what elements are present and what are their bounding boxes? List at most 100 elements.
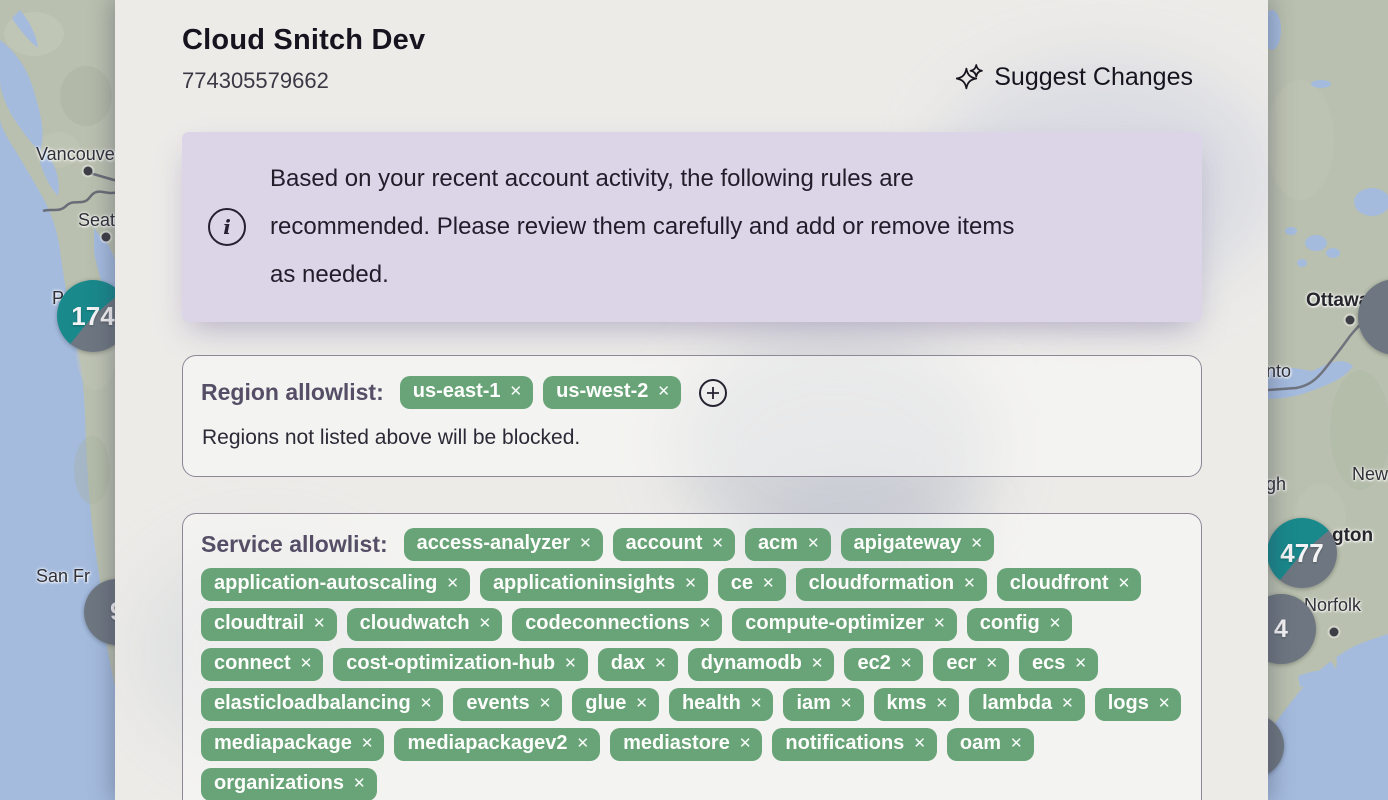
account-detail-panel: Cloud Snitch Dev 774305579662 Suggest Ch… xyxy=(115,0,1268,800)
tag-remove-icon[interactable]: ✕ xyxy=(970,534,983,554)
service-tag-label: mediapackage xyxy=(214,731,352,756)
service-tag-label: logs xyxy=(1108,691,1149,716)
tag-remove-icon[interactable]: ✕ xyxy=(985,654,998,674)
service-tag: mediapackage ✕ xyxy=(201,728,384,761)
service-tag: ce ✕ xyxy=(718,568,786,601)
region-tag: us-east-1 ✕ xyxy=(400,376,533,409)
map-city-dot xyxy=(1330,628,1339,637)
service-tag-label: lambda xyxy=(982,691,1052,716)
service-tag: health ✕ xyxy=(669,688,773,721)
service-tag-label: config xyxy=(980,611,1040,636)
service-tag: mediapackagev2✕ xyxy=(394,728,600,761)
service-tag: kms✕ xyxy=(874,688,960,721)
service-tag: ecs✕ xyxy=(1019,648,1098,681)
tag-remove-icon[interactable]: ✕ xyxy=(963,574,976,594)
region-tag-label: us-east-1 xyxy=(413,379,501,404)
tag-remove-icon[interactable]: ✕ xyxy=(1158,694,1171,714)
service-tag-label: cost-optimization-hub xyxy=(346,651,555,676)
service-tag: dax ✕ xyxy=(598,648,678,681)
tag-remove-icon[interactable]: ✕ xyxy=(577,734,590,754)
tag-remove-icon[interactable]: ✕ xyxy=(750,694,763,714)
service-tag-label: dynamodb xyxy=(701,651,802,676)
tag-remove-icon[interactable]: ✕ xyxy=(564,654,577,674)
service-tag: application-autoscaling ✕ xyxy=(201,568,470,601)
tag-remove-icon[interactable]: ✕ xyxy=(313,614,326,634)
tag-remove-icon[interactable]: ✕ xyxy=(657,382,670,402)
map-city-label: gh xyxy=(1266,474,1286,495)
service-tag-label: glue xyxy=(585,691,626,716)
tag-remove-icon[interactable]: ✕ xyxy=(811,654,824,674)
tag-remove-icon[interactable]: ✕ xyxy=(913,734,926,754)
tag-remove-icon[interactable]: ✕ xyxy=(635,694,648,714)
tag-remove-icon[interactable]: ✕ xyxy=(684,574,697,594)
service-tag: access-analyzer ✕ xyxy=(404,528,603,561)
region-allowlist-label: Region allowlist: xyxy=(201,379,384,406)
tag-remove-icon[interactable]: ✕ xyxy=(353,774,366,794)
service-tag-label: application-autoscaling xyxy=(214,571,437,596)
tag-remove-icon[interactable]: ✕ xyxy=(1049,614,1062,634)
add-region-button[interactable] xyxy=(698,378,728,408)
service-tag-label: dax xyxy=(611,651,645,676)
service-tag-label: ec2 xyxy=(857,651,890,676)
tag-remove-icon[interactable]: ✕ xyxy=(711,534,724,554)
suggest-changes-button[interactable]: Suggest Changes xyxy=(950,62,1199,93)
tag-remove-icon[interactable]: ✕ xyxy=(933,614,946,634)
service-tag: cloudformation ✕ xyxy=(796,568,987,601)
tag-remove-icon[interactable]: ✕ xyxy=(654,654,667,674)
service-tag-label: oam xyxy=(960,731,1001,756)
tag-remove-icon[interactable]: ✕ xyxy=(936,694,949,714)
tag-remove-icon[interactable]: ✕ xyxy=(762,574,775,594)
tag-remove-icon[interactable]: ✕ xyxy=(840,694,853,714)
service-tag-label: ce xyxy=(731,571,753,596)
service-tag: cloudfront✕ xyxy=(997,568,1141,601)
service-tag-label: codeconnections xyxy=(525,611,689,636)
service-tag: organizations✕ xyxy=(201,768,377,800)
service-tag-label: events xyxy=(466,691,529,716)
tag-remove-icon[interactable]: ✕ xyxy=(446,574,459,594)
tag-remove-icon[interactable]: ✕ xyxy=(479,614,492,634)
tag-remove-icon[interactable]: ✕ xyxy=(1118,574,1131,594)
tag-remove-icon[interactable]: ✕ xyxy=(539,694,552,714)
region-tag: us-west-2 ✕ xyxy=(543,376,681,409)
tag-remove-icon[interactable]: ✕ xyxy=(1061,694,1074,714)
suggest-changes-label: Suggest Changes xyxy=(994,63,1193,92)
service-tag-label: compute-optimizer xyxy=(745,611,924,636)
service-tag: compute-optimizer ✕ xyxy=(732,608,956,641)
map-city-label: Vancouver xyxy=(36,144,121,165)
tag-remove-icon[interactable]: ✕ xyxy=(900,654,913,674)
service-tag: cost-optimization-hub ✕ xyxy=(333,648,587,681)
service-tag-label: cloudformation xyxy=(809,571,955,596)
tag-remove-icon[interactable]: ✕ xyxy=(361,734,374,754)
map-city-dot xyxy=(84,167,93,176)
tag-remove-icon[interactable]: ✕ xyxy=(1010,734,1023,754)
notice-text: Based on your recent account activity, t… xyxy=(270,155,1014,299)
tag-remove-icon[interactable]: ✕ xyxy=(1074,654,1087,674)
service-tag: apigateway ✕ xyxy=(841,528,994,561)
service-tag: mediastore ✕ xyxy=(610,728,762,761)
service-tag-label: connect xyxy=(214,651,291,676)
tag-remove-icon[interactable]: ✕ xyxy=(699,614,712,634)
account-id: 774305579662 xyxy=(182,68,329,94)
map-city-dot xyxy=(102,233,111,242)
recommendation-notice: i Based on your recent account activity,… xyxy=(182,132,1202,322)
service-tag-label: mediastore xyxy=(623,731,730,756)
service-tag-label: health xyxy=(682,691,741,716)
tag-remove-icon[interactable]: ✕ xyxy=(579,534,592,554)
service-tag: logs ✕ xyxy=(1095,688,1182,721)
service-tag: config ✕ xyxy=(967,608,1073,641)
service-tag: ecr✕ xyxy=(933,648,1009,681)
sparkles-icon xyxy=(956,64,983,91)
service-tag-label: acm xyxy=(758,531,798,556)
service-tag-label: access-analyzer xyxy=(417,531,570,556)
tag-remove-icon[interactable]: ✕ xyxy=(510,382,523,402)
map-cluster-marker[interactable]: 477 xyxy=(1267,518,1337,588)
service-tag: events ✕ xyxy=(453,688,562,721)
region-tag-label: us-west-2 xyxy=(556,379,648,404)
service-tag-label: apigateway xyxy=(854,531,962,556)
tag-remove-icon[interactable]: ✕ xyxy=(739,734,752,754)
tag-remove-icon[interactable]: ✕ xyxy=(420,694,433,714)
service-tag-label: cloudtrail xyxy=(214,611,304,636)
tag-remove-icon[interactable]: ✕ xyxy=(300,654,313,674)
tag-remove-icon[interactable]: ✕ xyxy=(807,534,820,554)
service-tag: dynamodb ✕ xyxy=(688,648,835,681)
